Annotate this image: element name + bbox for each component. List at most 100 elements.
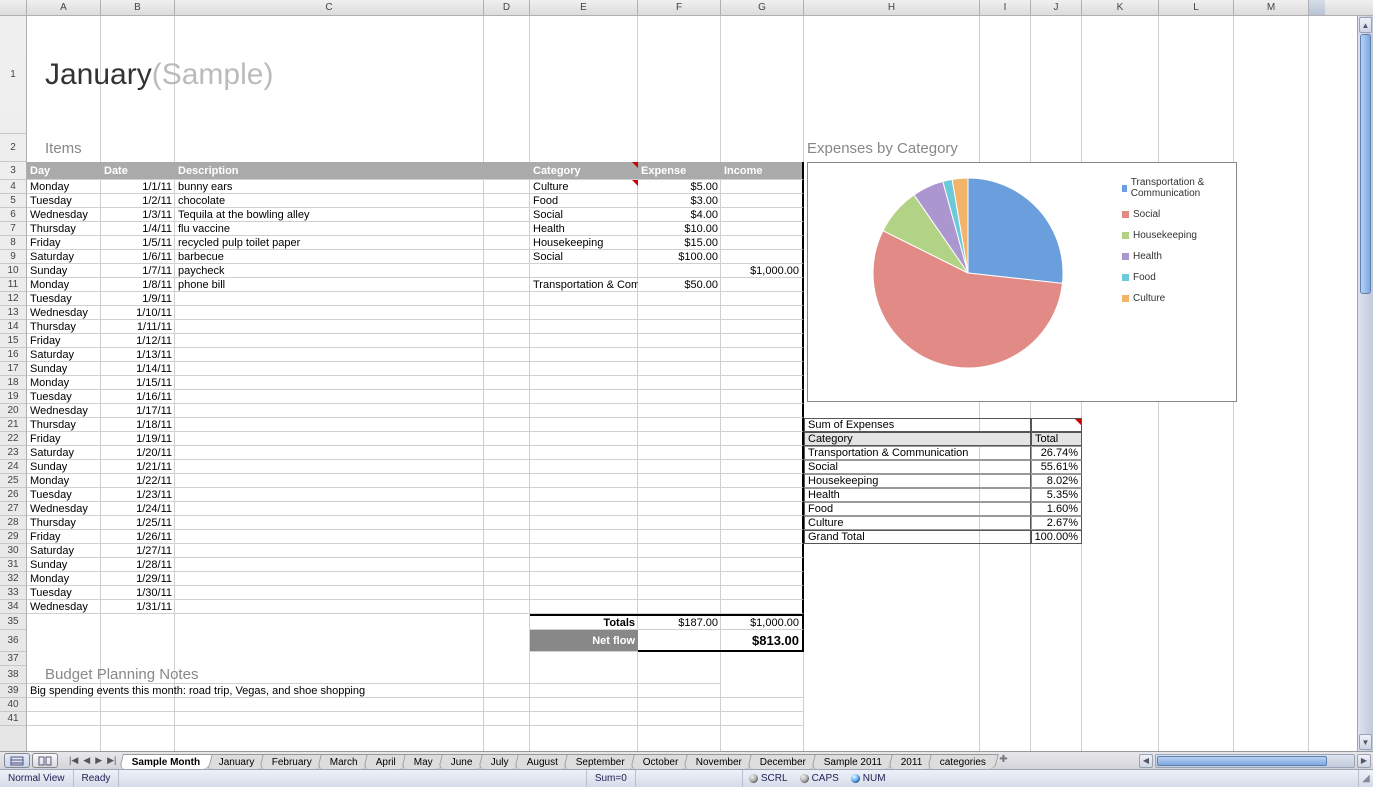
cell-desc[interactable]: [175, 334, 530, 348]
cell-desc[interactable]: [175, 362, 530, 376]
pivot-total-header[interactable]: Total: [1031, 432, 1082, 446]
normal-view-button[interactable]: [4, 753, 30, 768]
sheet-tab-september[interactable]: September: [563, 754, 638, 769]
resize-handle[interactable]: ◢: [1359, 773, 1373, 784]
cell-date[interactable]: 1/6/11: [101, 250, 175, 264]
cell-day[interactable]: Saturday: [27, 348, 101, 362]
cell-expense[interactable]: [638, 558, 721, 572]
cell-desc[interactable]: [175, 404, 530, 418]
row-header-37[interactable]: 37: [0, 652, 26, 666]
cell-expense[interactable]: $10.00: [638, 222, 721, 236]
cell-income[interactable]: [721, 544, 804, 558]
cell-day[interactable]: Wednesday: [27, 600, 101, 614]
cell-income[interactable]: $1,000.00: [721, 264, 804, 278]
col-header-E[interactable]: E: [530, 0, 638, 15]
cell-category[interactable]: Housekeeping: [530, 236, 638, 250]
row-header-2[interactable]: 2: [0, 134, 26, 162]
row-header-5[interactable]: 5: [0, 194, 26, 208]
cell-date[interactable]: 1/13/11: [101, 348, 175, 362]
col-header-F[interactable]: F: [638, 0, 721, 15]
cell-income[interactable]: [721, 572, 804, 586]
row-header-26[interactable]: 26: [0, 488, 26, 502]
sheet-tab-march[interactable]: March: [317, 754, 371, 769]
cell-income[interactable]: [721, 320, 804, 334]
cell-category[interactable]: Culture: [530, 180, 638, 194]
cell-income[interactable]: [721, 362, 804, 376]
cell-date[interactable]: 1/29/11: [101, 572, 175, 586]
cell-day[interactable]: Monday: [27, 376, 101, 390]
cell-category[interactable]: Social: [530, 250, 638, 264]
cell-expense[interactable]: [638, 292, 721, 306]
row-header-11[interactable]: 11: [0, 278, 26, 292]
cell-date[interactable]: 1/10/11: [101, 306, 175, 320]
cell-category[interactable]: [530, 362, 638, 376]
sheet-tab-january[interactable]: January: [206, 754, 267, 769]
col-header-L[interactable]: L: [1159, 0, 1234, 15]
pivot-cat[interactable]: Health: [804, 488, 1031, 502]
cell-day[interactable]: Tuesday: [27, 194, 101, 208]
spreadsheet-grid[interactable]: January (Sample)ItemsExpenses by Categor…: [27, 16, 1357, 751]
sheet-tab-november[interactable]: November: [683, 754, 755, 769]
cell-day[interactable]: Sunday: [27, 362, 101, 376]
pivot-val[interactable]: 2.67%: [1031, 516, 1082, 530]
pivot-cat[interactable]: Housekeeping: [804, 474, 1031, 488]
cell-date[interactable]: 1/14/11: [101, 362, 175, 376]
row-header-29[interactable]: 29: [0, 530, 26, 544]
sheet-tab-february[interactable]: February: [259, 754, 325, 769]
sheet-tab-october[interactable]: October: [630, 754, 691, 769]
row-header-22[interactable]: 22: [0, 432, 26, 446]
cell-day[interactable]: Thursday: [27, 320, 101, 334]
pivot-cat[interactable]: Social: [804, 460, 1031, 474]
row-header-6[interactable]: 6: [0, 208, 26, 222]
row-header-32[interactable]: 32: [0, 572, 26, 586]
cell-category[interactable]: [530, 376, 638, 390]
cell-desc[interactable]: recycled pulp toilet paper: [175, 236, 530, 250]
cell-date[interactable]: 1/7/11: [101, 264, 175, 278]
sheet-tab-categories[interactable]: categories: [927, 754, 999, 769]
cell-income[interactable]: [721, 278, 804, 292]
cell-day[interactable]: Tuesday: [27, 586, 101, 600]
col-header-I[interactable]: I: [980, 0, 1031, 15]
cell-date[interactable]: 1/15/11: [101, 376, 175, 390]
cell-day[interactable]: Friday: [27, 236, 101, 250]
row-header-38[interactable]: 38: [0, 666, 26, 684]
row-header-20[interactable]: 20: [0, 404, 26, 418]
sheet-tab-august[interactable]: August: [514, 754, 571, 769]
row-header-28[interactable]: 28: [0, 516, 26, 530]
cell-income[interactable]: [721, 222, 804, 236]
cell-desc[interactable]: Tequila at the bowling alley: [175, 208, 530, 222]
cell-income[interactable]: [721, 558, 804, 572]
cell-day[interactable]: Wednesday: [27, 306, 101, 320]
page-layout-view-button[interactable]: [32, 753, 58, 768]
cell-desc[interactable]: [175, 390, 530, 404]
notes-text[interactable]: Big spending events this month: road tri…: [27, 684, 804, 698]
cell-category[interactable]: [530, 586, 638, 600]
cell-expense[interactable]: $4.00: [638, 208, 721, 222]
pivot-cat-header[interactable]: Category: [804, 432, 1031, 446]
row-header-4[interactable]: 4: [0, 180, 26, 194]
horizontal-scrollbar[interactable]: [1155, 754, 1355, 768]
cell-expense[interactable]: [638, 586, 721, 600]
hscroll-left-button[interactable]: ◀: [1139, 754, 1153, 768]
cell-income[interactable]: [721, 390, 804, 404]
cell-category[interactable]: [530, 544, 638, 558]
cell-income[interactable]: [721, 306, 804, 320]
cell-expense[interactable]: [638, 404, 721, 418]
cell-date[interactable]: 1/5/11: [101, 236, 175, 250]
col-header-B[interactable]: B: [101, 0, 175, 15]
row-header-25[interactable]: 25: [0, 474, 26, 488]
cell-date[interactable]: 1/4/11: [101, 222, 175, 236]
row-header-19[interactable]: 19: [0, 390, 26, 404]
cell-day[interactable]: Saturday: [27, 250, 101, 264]
cell-income[interactable]: [721, 250, 804, 264]
cell-day[interactable]: Tuesday: [27, 292, 101, 306]
row-header-33[interactable]: 33: [0, 586, 26, 600]
cell-category[interactable]: [530, 292, 638, 306]
cell-income[interactable]: [721, 334, 804, 348]
row-header-35[interactable]: 35: [0, 614, 26, 630]
cell-income[interactable]: [721, 348, 804, 362]
sheet-tab-sample-month[interactable]: Sample Month: [120, 754, 214, 769]
cell-expense[interactable]: [638, 348, 721, 362]
row-header-10[interactable]: 10: [0, 264, 26, 278]
cell-income[interactable]: [721, 600, 804, 614]
